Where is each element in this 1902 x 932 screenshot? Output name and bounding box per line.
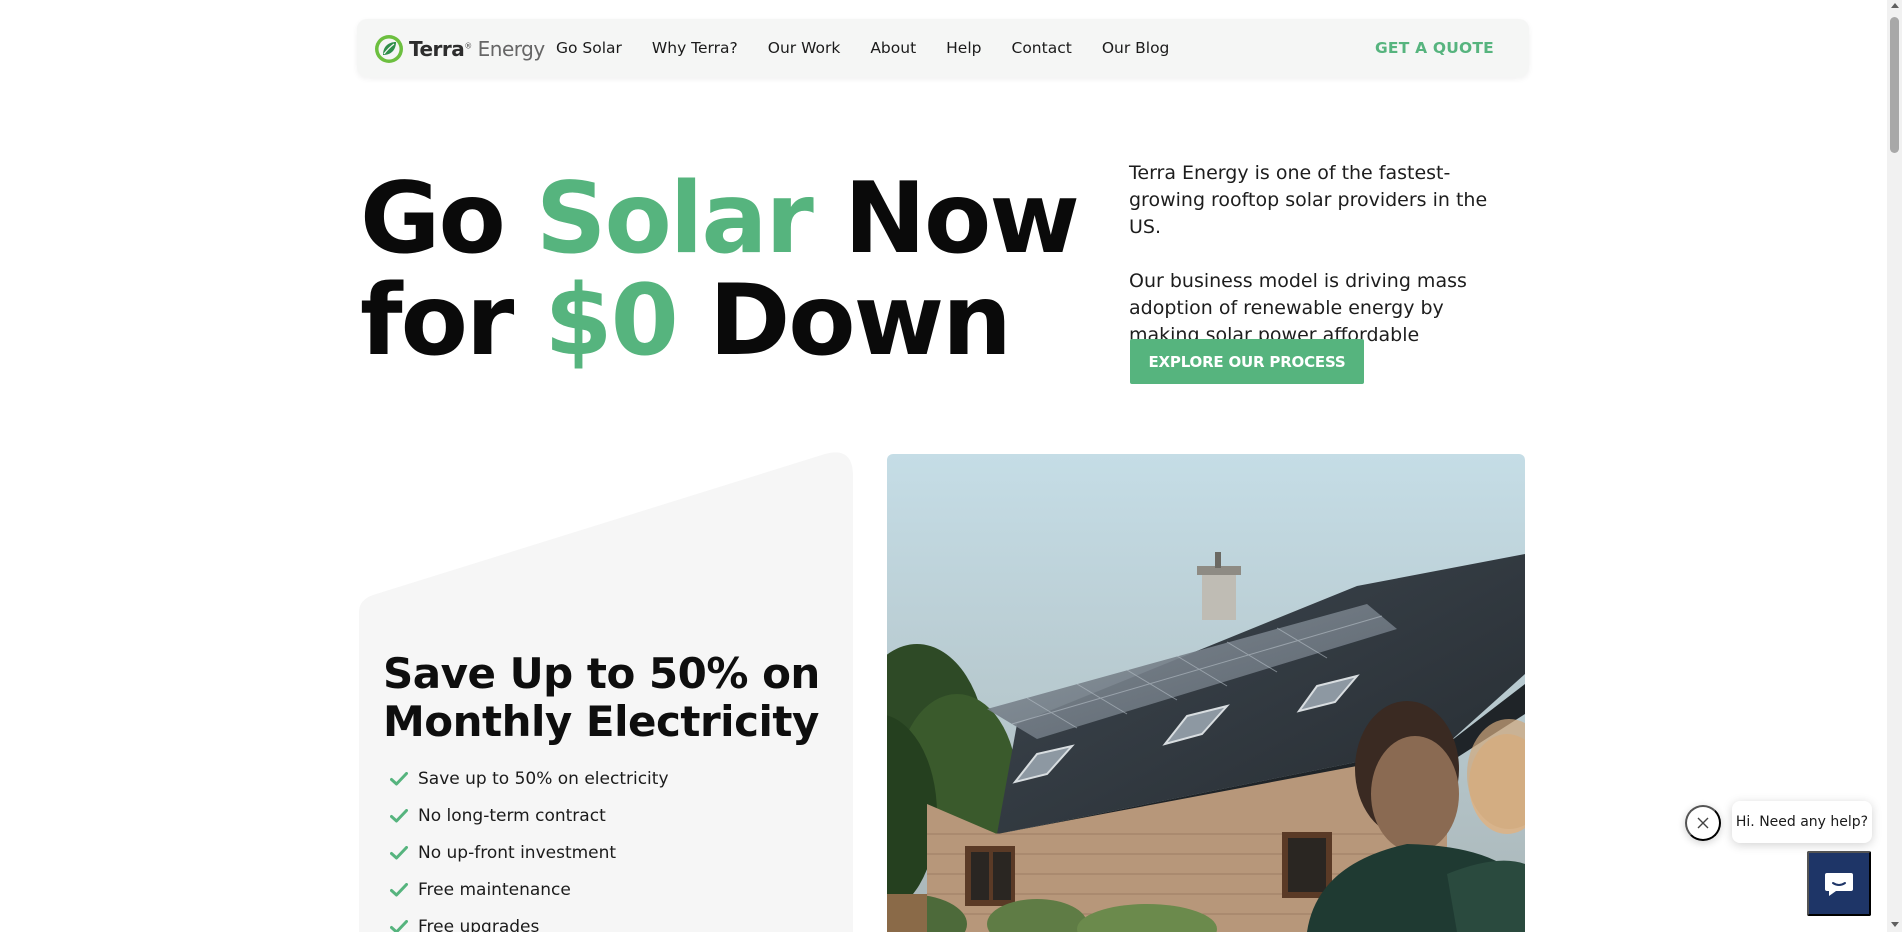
nav-go-solar[interactable]: Go Solar [556, 39, 622, 57]
close-icon [1697, 817, 1709, 829]
benefit-item: Free upgrades [390, 908, 669, 932]
scroll-down-arrow-icon[interactable] [1891, 922, 1899, 927]
hero-title: Go Solar Now for $0 Down [360, 168, 1080, 372]
hero-word-go: Go [360, 162, 506, 276]
benefit-item: No up-front investment [390, 834, 669, 871]
chat-greeting-bubble[interactable]: Hi. Need any help? [1732, 801, 1872, 843]
brand-wordmark: Terra® Energy [409, 39, 545, 59]
benefit-text: No up-front investment [418, 842, 617, 863]
nav-about[interactable]: About [870, 39, 916, 57]
hero-word-for: for [360, 264, 514, 378]
explore-our-process-button[interactable]: EXPLORE OUR PROCESS [1130, 339, 1364, 384]
brand-name-light: Energy [477, 36, 546, 61]
check-icon [390, 845, 408, 859]
site-header: Terra® Energy Go Solar Why Terra? Our Wo… [357, 19, 1529, 77]
hero-paragraph-1: Terra Energy is one of the fastest-growi… [1129, 162, 1488, 238]
nav-our-work[interactable]: Our Work [768, 39, 841, 57]
main-nav: Go Solar Why Terra? Our Work About Help … [556, 19, 1199, 77]
hero-paragraph-2: Our business model is driving mass adopt… [1129, 270, 1467, 346]
check-icon [390, 808, 408, 822]
hero-word-solar: Solar [535, 162, 814, 276]
check-icon [390, 771, 408, 785]
hero-title-line-2: for $0 Down [360, 270, 1080, 372]
brand-reg-mark: ® [464, 40, 472, 50]
open-chat-button[interactable] [1807, 851, 1871, 916]
hero-word-now: Now [843, 162, 1080, 276]
scrollbar-thumb[interactable] [1890, 17, 1899, 153]
benefit-text: Free upgrades [418, 916, 540, 932]
hero-word-down: Down [708, 264, 1012, 378]
house-solar-photo [887, 454, 1525, 932]
benefit-item: Save up to 50% on electricity [390, 760, 669, 797]
check-icon [390, 919, 408, 932]
benefit-text: Save up to 50% on electricity [418, 768, 669, 789]
hero-word-zero-dollars: $0 [544, 264, 678, 378]
house-solar-illustration [887, 454, 1525, 932]
benefit-item: Free maintenance [390, 871, 669, 908]
leaf-logo-icon [375, 34, 403, 63]
benefits-list: Save up to 50% on electricity No long-te… [390, 760, 669, 932]
get-a-quote-button[interactable]: GET A QUOTE [1375, 19, 1495, 77]
chat-icon [1825, 872, 1853, 896]
check-icon [390, 882, 408, 896]
benefit-text: Free maintenance [418, 879, 571, 900]
brand-name-bold: Terra [409, 36, 465, 61]
hero-title-line-1: Go Solar Now [360, 168, 1080, 270]
savings-title: Save Up to 50% on Monthly Electricity [383, 649, 820, 746]
nav-contact[interactable]: Contact [1012, 39, 1072, 57]
chat-dismiss-button[interactable] [1685, 805, 1721, 841]
scroll-up-arrow-icon[interactable] [1891, 3, 1899, 8]
nav-our-blog[interactable]: Our Blog [1102, 39, 1170, 57]
nav-help[interactable]: Help [946, 39, 981, 57]
brand-logo[interactable]: Terra® Energy [374, 33, 545, 64]
nav-why-terra[interactable]: Why Terra? [652, 39, 738, 57]
benefit-text: No long-term contract [418, 805, 606, 826]
benefit-item: No long-term contract [390, 797, 669, 834]
